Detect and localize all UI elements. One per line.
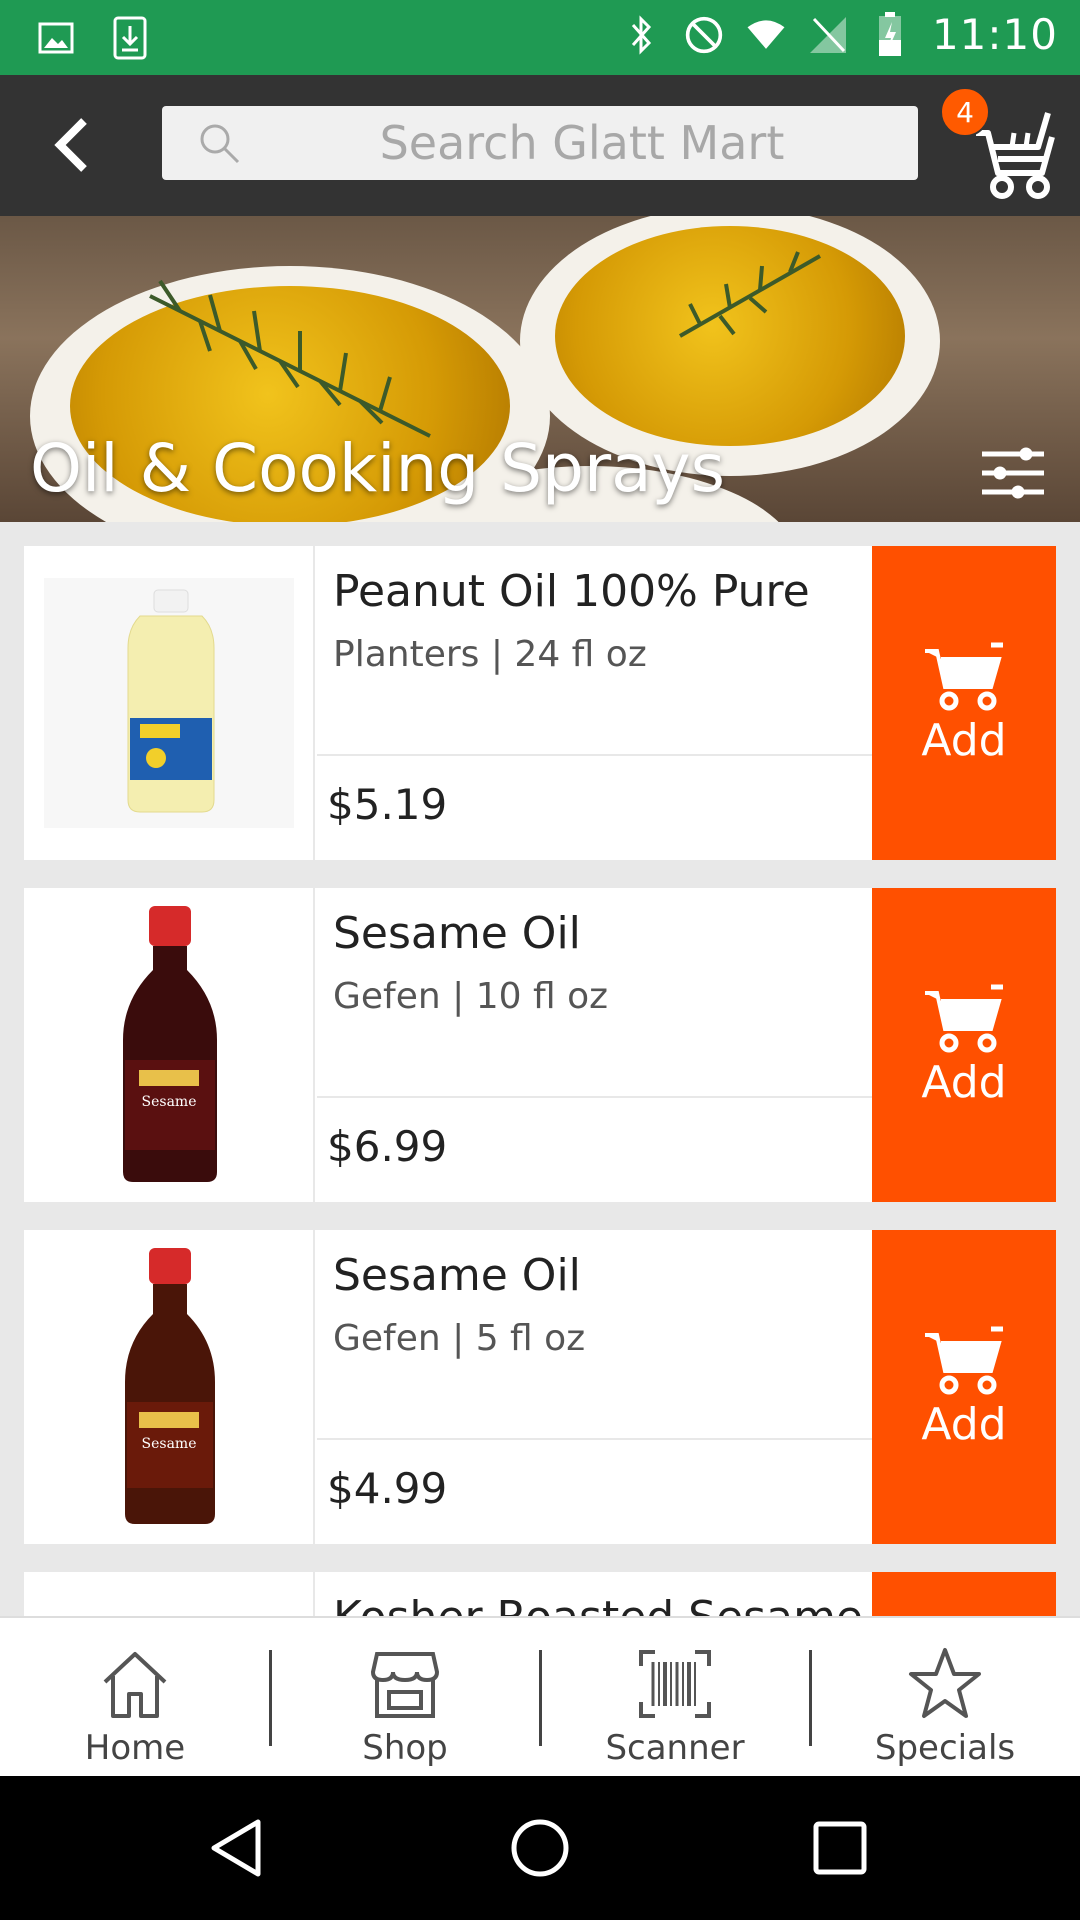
- product-image[interactable]: [24, 546, 315, 860]
- nav-shop-label: Shop: [362, 1728, 448, 1768]
- product-details: Sesame Oil Gefen | 5 fl oz: [317, 1230, 894, 1440]
- nav-divider: [539, 1650, 542, 1746]
- nav-divider: [809, 1650, 812, 1746]
- shop-icon: [370, 1652, 440, 1718]
- add-button-label: Add: [921, 1398, 1007, 1450]
- star-icon: [909, 1648, 981, 1718]
- home-circle-icon[interactable]: [508, 1816, 572, 1880]
- product-price: $5.19: [327, 780, 448, 829]
- back-triangle-icon[interactable]: [206, 1816, 270, 1880]
- product-info[interactable]: Sesame Oil Gefen | 5 fl oz $4.99: [317, 1230, 894, 1544]
- product-price: $6.99: [327, 1122, 448, 1171]
- filter-sliders-icon: [982, 447, 1044, 499]
- chevron-left-icon: [54, 118, 87, 172]
- category-banner: Oil & Cooking Sprays: [0, 216, 1080, 522]
- nav-home[interactable]: Home: [0, 1618, 270, 1776]
- product-info[interactable]: Sesame Oil Gefen | 10 fl oz $6.99: [317, 888, 894, 1202]
- product-details: Peanut Oil 100% Pure Planters | 24 fl oz: [317, 546, 894, 756]
- image-icon: [36, 14, 76, 62]
- shopping-cart-icon: [925, 642, 1003, 710]
- product-card[interactable]: Sesame Sesame Oil Gefen | 5 fl oz $4.99 …: [24, 1230, 1056, 1544]
- svg-text:Sesame: Sesame: [141, 1094, 196, 1110]
- product-card[interactable]: Sesame Sesame Oil Gefen | 10 fl oz $6.99…: [24, 888, 1056, 1202]
- nav-scanner[interactable]: Scanner: [540, 1618, 810, 1776]
- product-price: $4.99: [327, 1464, 448, 1513]
- product-list[interactable]: Peanut Oil 100% Pure Planters | 24 fl oz…: [0, 522, 1080, 1616]
- add-to-cart-button[interactable]: Add: [872, 1230, 1056, 1544]
- clock: 11:10: [931, 10, 1058, 59]
- nav-home-label: Home: [84, 1728, 186, 1768]
- search-icon: [200, 124, 240, 164]
- product-name: Peanut Oil 100% Pure: [333, 566, 810, 617]
- product-image[interactable]: [24, 1572, 315, 1616]
- add-button-label: Add: [921, 714, 1007, 766]
- product-brand-size: Gefen | 5 fl oz: [333, 1318, 586, 1359]
- product-name: Sesame Oil: [333, 1250, 581, 1301]
- battery-icon: [870, 11, 910, 59]
- product-image[interactable]: Sesame: [24, 1230, 315, 1544]
- system-navigation-bar: [0, 1776, 1080, 1920]
- nav-shop[interactable]: Shop: [270, 1618, 540, 1776]
- recents-square-icon[interactable]: [808, 1816, 872, 1880]
- do-not-disturb-icon: [684, 11, 724, 59]
- bottom-navigation: Home Shop Scanner Specials: [0, 1616, 1080, 1776]
- product-name: Kosher Roasted Sesame: [333, 1592, 863, 1616]
- nav-specials[interactable]: Specials: [810, 1618, 1080, 1776]
- add-to-cart-button[interactable]: Add: [872, 888, 1056, 1202]
- wifi-icon: [746, 11, 786, 59]
- download-icon: [110, 14, 150, 62]
- shopping-cart-icon: [925, 1326, 1003, 1394]
- product-brand-size: Planters | 24 fl oz: [333, 634, 647, 675]
- add-to-cart-button[interactable]: [872, 1572, 1056, 1616]
- nav-specials-label: Specials: [874, 1728, 1016, 1768]
- product-name: Sesame Oil: [333, 908, 581, 959]
- bluetooth-icon: [622, 11, 662, 59]
- filter-button[interactable]: [978, 438, 1048, 508]
- product-card[interactable]: Peanut Oil 100% Pure Planters | 24 fl oz…: [24, 546, 1056, 860]
- product-info[interactable]: Kosher Roasted Sesame: [317, 1572, 894, 1616]
- shopping-cart-icon: [925, 984, 1003, 1052]
- sesame-oil-bottle-image: Sesame: [124, 1248, 215, 1524]
- search-input[interactable]: [262, 106, 902, 180]
- product-brand-size: Gefen | 10 fl oz: [333, 976, 608, 1017]
- add-button-label: Add: [921, 1056, 1007, 1108]
- home-icon: [103, 1652, 167, 1718]
- cart-count-badge: 4: [940, 87, 990, 137]
- back-button[interactable]: [42, 115, 102, 175]
- peanut-oil-bottle-image: [43, 578, 294, 828]
- category-title: Oil & Cooking Sprays: [30, 430, 725, 507]
- no-sim-icon: [808, 11, 848, 59]
- product-info[interactable]: Peanut Oil 100% Pure Planters | 24 fl oz…: [317, 546, 894, 860]
- sesame-oil-bottle-image: Sesame: [122, 906, 217, 1182]
- app-bar: 4: [0, 75, 1080, 216]
- nav-scanner-label: Scanner: [605, 1728, 745, 1768]
- add-to-cart-button[interactable]: Add: [872, 546, 1056, 860]
- nav-divider: [269, 1650, 272, 1746]
- product-details: Kosher Roasted Sesame: [317, 1572, 894, 1616]
- status-bar: 11:10: [0, 0, 1080, 75]
- svg-text:Sesame: Sesame: [141, 1436, 196, 1452]
- product-details: Sesame Oil Gefen | 10 fl oz: [317, 888, 894, 1098]
- barcode-scanner-icon: [639, 1650, 711, 1718]
- search-bar[interactable]: [162, 106, 918, 180]
- product-card[interactable]: Kosher Roasted Sesame: [24, 1572, 1056, 1616]
- product-image[interactable]: Sesame: [24, 888, 315, 1202]
